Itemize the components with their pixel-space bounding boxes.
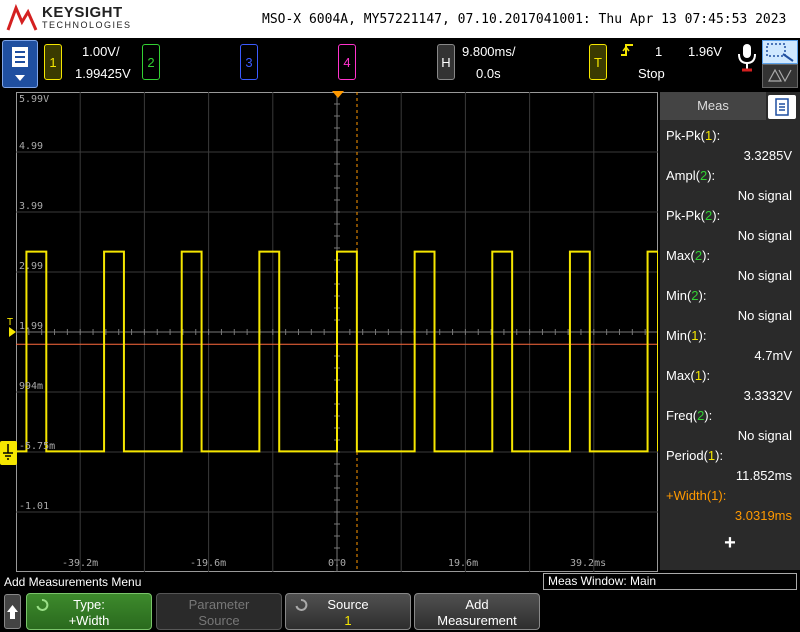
volt-label: -1.01 <box>19 501 50 512</box>
volt-label: 5.99V <box>19 94 50 105</box>
volt-label: 994m <box>19 381 44 392</box>
meas-value: No signal <box>737 428 792 443</box>
run-status: Stop <box>638 66 665 81</box>
ch1-ground-marker[interactable] <box>0 441 17 465</box>
waveform-area <box>16 92 658 572</box>
menu-icon <box>12 47 28 81</box>
math-mode-button[interactable] <box>762 64 798 88</box>
ch1-waveform <box>16 250 658 453</box>
horizontal-button[interactable]: H <box>437 44 455 80</box>
meas-name[interactable]: Min(2): <box>666 288 706 303</box>
up-arrow-icon <box>7 605 18 619</box>
trigger-button[interactable]: T <box>589 44 607 80</box>
meas-name[interactable]: Pk-Pk(2): <box>666 208 720 223</box>
volt-label: 2.99 <box>19 261 44 272</box>
time-label: -19.6m <box>190 558 227 569</box>
volt-label: -5.75m <box>19 441 56 452</box>
add-measurement-icon[interactable]: + <box>660 532 800 555</box>
keysight-logo-icon <box>6 4 38 31</box>
timebase: 9.800ms/ <box>462 44 516 59</box>
main-menu-button[interactable] <box>2 40 38 88</box>
softkey-value: 1 <box>344 613 352 628</box>
softkey-value: Source <box>198 613 240 628</box>
meas-name[interactable]: Pk-Pk(1): <box>666 128 720 143</box>
volt-label: 3.99 <box>19 201 44 212</box>
meas-value: No signal <box>737 228 792 243</box>
trigger-arrow-icon <box>9 327 16 337</box>
channel-4-button[interactable]: 4 <box>338 44 356 80</box>
softkey-label: Parameter <box>188 597 250 612</box>
meas-name[interactable]: Min(1): <box>666 328 706 343</box>
meas-name[interactable]: +Width(1): <box>666 488 726 503</box>
meas-value: 3.0319ms <box>734 508 792 523</box>
meas-name[interactable]: Freq(2): <box>666 408 712 423</box>
softkey-type[interactable]: Type: +Width <box>26 593 152 630</box>
instrument-info: MSO-X 6004A, MY57221147, 07.10.201704100… <box>262 12 787 27</box>
meas-value: No signal <box>737 268 792 283</box>
meas-value: 3.3332V <box>743 388 792 403</box>
volt-label: 1.99 <box>19 321 44 332</box>
time-label: -39.2m <box>62 558 99 569</box>
channel-1-button[interactable]: 1 <box>44 44 62 80</box>
meas-value: 11.852ms <box>735 468 792 483</box>
volt-label: 4.99 <box>19 141 44 152</box>
time-label: 0.0 <box>328 558 347 569</box>
meas-list-button[interactable] <box>768 95 796 119</box>
trigger-level: 1.96V <box>688 44 722 59</box>
meas-name[interactable]: Max(2): <box>666 248 710 263</box>
touch-zoom-button[interactable] <box>762 40 798 64</box>
rotate-knob-icon <box>295 599 308 611</box>
microphone-icon[interactable] <box>736 42 758 74</box>
softkey-source[interactable]: Source 1 <box>285 593 411 630</box>
brand-name: KEYSIGHT <box>42 4 123 21</box>
back-button[interactable] <box>4 594 21 629</box>
zoom-box-icon <box>766 43 794 62</box>
meas-value: No signal <box>737 308 792 323</box>
brand-subtitle: TECHNOLOGIES <box>42 20 132 30</box>
softkey-value: Measurement <box>437 613 517 628</box>
menu-title: Add Measurements Menu <box>4 575 142 589</box>
ch1-offset: 1.99425V <box>75 66 131 81</box>
channel-toolbar <box>0 38 800 92</box>
softkey-value: +Width <box>68 613 110 628</box>
meas-window-status: Meas Window: Main <box>543 573 797 590</box>
time-label: 19.6m <box>448 558 479 569</box>
rising-edge-icon <box>621 44 633 56</box>
title-bar: KEYSIGHT TECHNOLOGIES MSO-X 6004A, MY572… <box>0 0 800 38</box>
time-label: 39.2ms <box>570 558 607 569</box>
meas-tab[interactable]: Meas <box>660 92 766 120</box>
softkey-label: Add <box>465 597 489 612</box>
softkey-add-measurement[interactable]: Add Measurement <box>414 593 540 630</box>
trigger-position-icon[interactable] <box>332 91 344 99</box>
meas-name[interactable]: Ampl(2): <box>666 168 715 183</box>
meas-name[interactable]: Period(1): <box>666 448 723 463</box>
horizontal-delay: 0.0s <box>476 66 501 81</box>
rotate-knob-icon <box>36 599 49 611</box>
channel-3-button[interactable]: 3 <box>240 44 258 80</box>
meas-value: 3.3285V <box>743 148 792 163</box>
softkey-parameter-source[interactable]: Parameter Source <box>156 593 282 630</box>
meas-value: 4.7mV <box>754 348 792 363</box>
meas-name[interactable]: Max(1): <box>666 368 710 383</box>
trigger-source: 1 <box>655 44 663 59</box>
ch1-scale: 1.00V/ <box>82 44 120 59</box>
list-icon <box>775 98 789 116</box>
waveform-compare-icon <box>767 68 792 83</box>
ground-icon <box>3 444 13 460</box>
meas-value: No signal <box>737 188 792 203</box>
channel-2-button[interactable]: 2 <box>142 44 160 80</box>
